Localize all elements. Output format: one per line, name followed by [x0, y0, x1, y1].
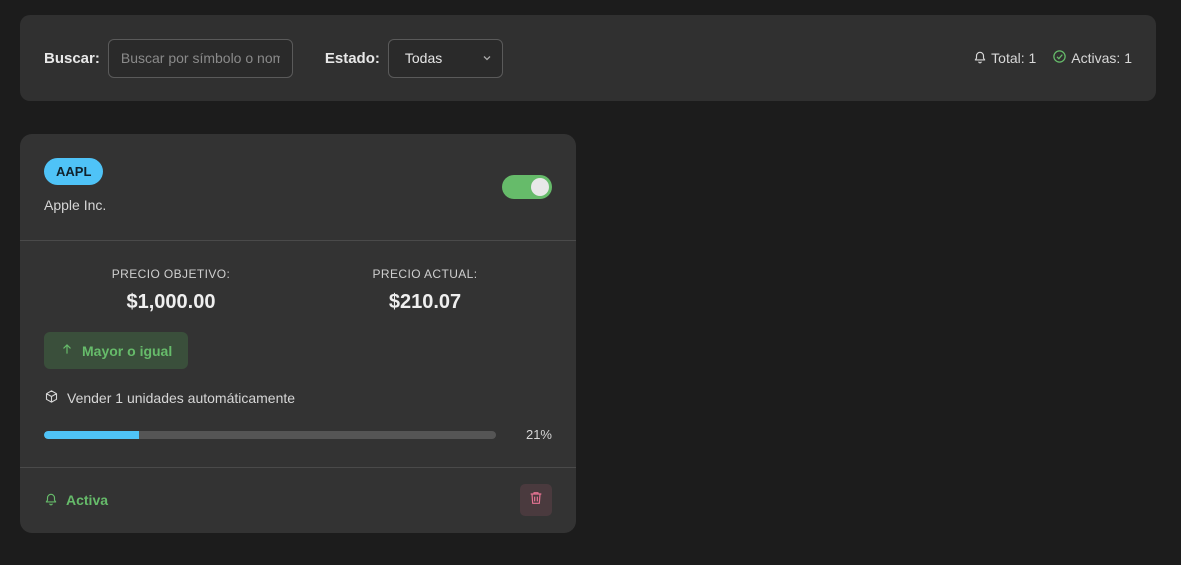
- bell-icon: [973, 50, 987, 67]
- alert-status-text: Activa: [66, 492, 109, 508]
- current-price-value: $210.07: [388, 291, 462, 313]
- estado-select[interactable]: Todas: [387, 38, 503, 78]
- stat-total-text: Total: 1: [991, 50, 1037, 66]
- arrow-up-icon: [60, 342, 74, 359]
- alert-enabled-toggle[interactable]: [502, 175, 552, 199]
- filter-bar: Buscar: Estado: Todas Total: 1 Activas: …: [20, 15, 1156, 101]
- search-input[interactable]: [107, 38, 293, 78]
- target-price: PRECIO OBJETIVO: $1,000.00: [44, 267, 298, 314]
- stat-total: Total: 1: [973, 50, 1036, 67]
- target-price-label: PRECIO OBJETIVO:: [111, 267, 231, 281]
- package-icon: [44, 389, 59, 407]
- check-circle-icon: [1052, 49, 1067, 67]
- current-price: PRECIO ACTUAL: $210.07: [298, 267, 552, 314]
- delete-button[interactable]: [520, 484, 552, 516]
- estado-selected-value: Todas: [404, 50, 443, 66]
- progress-percent: 21%: [525, 427, 552, 442]
- bell-icon: [44, 492, 58, 509]
- estado-label: Estado:: [324, 49, 380, 67]
- auto-sell-text: Vender 1 unidades automáticamente: [67, 390, 296, 406]
- progress-bar: [44, 430, 496, 439]
- condition-label: Mayor o igual: [82, 342, 173, 359]
- alert-status: Activa: [44, 492, 108, 509]
- stats-summary: Total: 1 Activas: 1: [973, 49, 1132, 67]
- target-price-value: $1,000.00: [126, 291, 216, 313]
- alert-card-footer: Activa: [20, 468, 576, 532]
- alert-card-body: PRECIO OBJETIVO: $1,000.00 PRECIO ACTUAL…: [20, 241, 576, 468]
- chevron-down-icon: [482, 50, 492, 66]
- auto-sell-info: Vender 1 unidades automáticamente: [44, 389, 552, 407]
- toggle-knob: [531, 178, 549, 196]
- alert-card: AAPL Apple Inc. PRECIO OBJETIVO: $1,000.…: [20, 134, 576, 533]
- progress-row: 21%: [44, 427, 552, 442]
- stat-activas: Activas: 1: [1052, 49, 1132, 67]
- search-label: Buscar:: [44, 49, 100, 67]
- symbol-badge: AAPL: [44, 158, 104, 185]
- company-name: Apple Inc.: [44, 197, 107, 213]
- price-row: PRECIO OBJETIVO: $1,000.00 PRECIO ACTUAL…: [44, 241, 552, 314]
- alert-card-header: AAPL Apple Inc.: [20, 134, 576, 241]
- trash-icon: [528, 490, 544, 511]
- stat-activas-text: Activas: 1: [1071, 50, 1132, 66]
- current-price-label: PRECIO ACTUAL:: [372, 267, 478, 281]
- condition-button[interactable]: Mayor o igual: [44, 332, 189, 369]
- progress-bar-fill: [44, 430, 139, 439]
